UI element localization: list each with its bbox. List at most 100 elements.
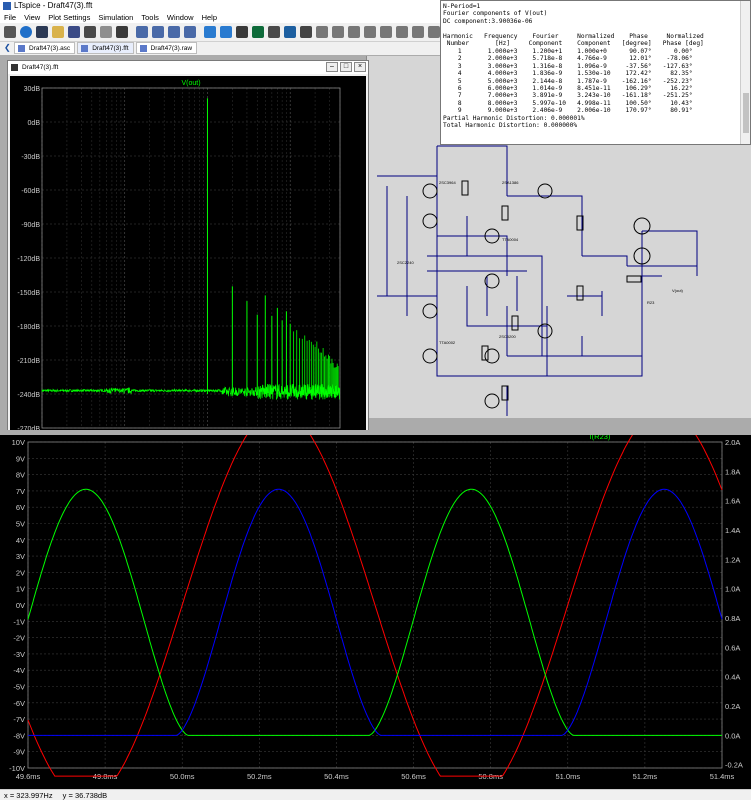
wave-xtick-label: 50.0ms <box>170 772 195 781</box>
menu-file[interactable]: File <box>4 12 16 23</box>
part-label-2sc2240: 2SC2240 <box>397 260 414 265</box>
fft-plot-area[interactable]: 30dB 0dB -30dB -60dB -90dB -120dB -150dB -180dB… <box>10 76 366 443</box>
waveform-chart[interactable]: 10V 9V 8V 7V 6V 5V 4V 3V 2V 1V 0V -1V -2V -3V -4V -5V -6… <box>0 430 751 799</box>
drag-icon[interactable] <box>428 26 440 38</box>
wave-ytick-right: 1.8A <box>725 467 740 476</box>
fft-chart[interactable]: 30dB 0dB -30dB -60dB -90dB -120dB -150dB -180dB… <box>10 76 366 443</box>
wave-ytick-left: -5V <box>13 683 25 692</box>
window-title: LTspice - Draft47(3).fft <box>14 1 93 10</box>
zoom-out-icon[interactable] <box>168 26 180 38</box>
move-icon[interactable] <box>412 26 424 38</box>
wave-ytick-right: 1.0A <box>725 585 740 594</box>
print-icon[interactable] <box>84 26 96 38</box>
wave-ytick-left: -7V <box>13 715 25 724</box>
fft-ytick-label: -150dB <box>17 290 40 297</box>
tab-raw[interactable]: Draft47(3).raw <box>135 42 198 54</box>
cursor-icon[interactable] <box>252 26 264 38</box>
part-label-r23: R23 <box>647 300 655 305</box>
wave-ytick-left: -3V <box>13 650 25 659</box>
part-label-2sc5200: 2SC5200 <box>499 334 516 339</box>
part-label-2sc3964: 2SC3964 <box>439 180 456 185</box>
fft-window-caption[interactable]: Draft47(3).fft – □ × <box>8 61 368 74</box>
document-tabs: ❮ Draft47(3).asc Draft47(3).fft Draft47(… <box>0 42 440 55</box>
fft-ytick-label: 0dB <box>28 120 41 127</box>
menu-help[interactable]: Help <box>202 12 217 23</box>
wave-ytick-right: 0.0A <box>725 731 740 740</box>
wave-ytick-left: 10V <box>12 438 25 447</box>
part-label-2sa1386: 2SA1386 <box>502 180 519 185</box>
component-icon[interactable] <box>396 26 408 38</box>
tab-fft[interactable]: Draft47(3).fft <box>77 42 134 54</box>
fft-window[interactable]: Draft47(3).fft – □ × 30dB 0dB -30dB -60dB -9… <box>7 60 369 446</box>
fft-ytick-label: -30dB <box>21 154 40 161</box>
tab-scroll-left-icon[interactable]: ❮ <box>4 42 12 55</box>
fourier-output-window[interactable]: N-Period=1 Fourier components of V(out) … <box>440 0 751 145</box>
stop-icon[interactable] <box>116 26 128 38</box>
menu-simulation[interactable]: Simulation <box>98 12 133 23</box>
save-icon[interactable] <box>68 26 80 38</box>
fft-ytick-label: -90dB <box>21 222 40 229</box>
wire-icon[interactable] <box>284 26 296 38</box>
wave-ytick-left: 6V <box>16 503 25 512</box>
part-label-tta0004: TTA0004 <box>502 237 519 242</box>
label-net-icon[interactable] <box>316 26 328 38</box>
wave-ytick-right: 2.0A <box>725 438 740 447</box>
wave-ytick-right: 0.6A <box>725 643 740 652</box>
minimize-icon[interactable]: – <box>326 62 338 72</box>
wave-ytick-left: 9V <box>16 454 25 463</box>
fft-window-controls: – □ × <box>326 62 366 72</box>
fft-series-label: V(out) <box>181 80 200 87</box>
fourier-output-text: N-Period=1 Fourier components of V(out) … <box>443 3 704 130</box>
wave-ytick-left: 1V <box>16 585 25 594</box>
inductor-icon[interactable] <box>364 26 376 38</box>
wave-ytick-right: -0.2A <box>725 761 743 770</box>
schematic-components <box>422 180 651 409</box>
close-icon[interactable]: × <box>354 62 366 72</box>
settings-gear-icon[interactable] <box>4 26 16 38</box>
halt-icon[interactable] <box>100 26 112 38</box>
autorange-icon[interactable] <box>236 26 248 38</box>
fft-ytick-label: -120dB <box>17 256 40 263</box>
fourier-scroll-thumb[interactable] <box>743 93 749 133</box>
capacitor-icon[interactable] <box>348 26 360 38</box>
cursor-y-readout: y = 36.738dB <box>62 791 108 800</box>
resistor-icon[interactable] <box>332 26 344 38</box>
menu-view[interactable]: View <box>24 12 40 23</box>
menu-tools[interactable]: Tools <box>141 12 159 23</box>
maximize-icon[interactable]: □ <box>340 62 352 72</box>
run-icon[interactable] <box>20 26 32 38</box>
open-folder-icon[interactable] <box>52 26 64 38</box>
wave-ytick-left: -6V <box>13 699 25 708</box>
wave-series-1 <box>27 488 722 736</box>
wave-ytick-right: 1.2A <box>725 555 740 564</box>
menu-plot-settings[interactable]: Plot Settings <box>48 12 90 23</box>
waveform-icon[interactable] <box>268 26 280 38</box>
waveform-window-border <box>0 430 751 435</box>
fourier-scrollbar[interactable] <box>740 1 750 144</box>
wave-ytick-left: 2V <box>16 568 25 577</box>
new-schematic-icon[interactable] <box>36 26 48 38</box>
zoom-in-icon[interactable] <box>136 26 148 38</box>
tab-schematic[interactable]: Draft47(3).asc <box>14 42 76 54</box>
net-label-vout: V(out) <box>672 288 684 293</box>
wave-ytick-right: 0.8A <box>725 614 740 623</box>
wave-ytick-left: 0V <box>16 601 25 610</box>
wave-xtick-label: 51.0ms <box>555 772 580 781</box>
waveform-window[interactable]: 10V 9V 8V 7V 6V 5V 4V 3V 2V 1V 0V -1V -2V -3V -4V -5V -6… <box>0 430 751 799</box>
ltspice-app-icon <box>3 2 11 10</box>
pan-icon[interactable] <box>152 26 164 38</box>
wave-series-2 <box>28 488 723 736</box>
fft-window-title: Draft47(3).fft <box>22 64 59 71</box>
zoom-fit-icon[interactable] <box>184 26 196 38</box>
menu-window[interactable]: Window <box>167 12 194 23</box>
cascade-icon[interactable] <box>220 26 232 38</box>
wave-xtick-label: 50.6ms <box>401 772 426 781</box>
ground-icon[interactable] <box>300 26 312 38</box>
wave-ytick-left: -8V <box>13 731 25 740</box>
fft-noise-floor <box>41 383 341 401</box>
wave-ytick-right: 0.4A <box>725 673 740 682</box>
diode-icon[interactable] <box>380 26 392 38</box>
fft-ytick-label: 30dB <box>24 86 41 93</box>
wave-xtick-label: 49.6ms <box>16 772 41 781</box>
tile-icon[interactable] <box>204 26 216 38</box>
